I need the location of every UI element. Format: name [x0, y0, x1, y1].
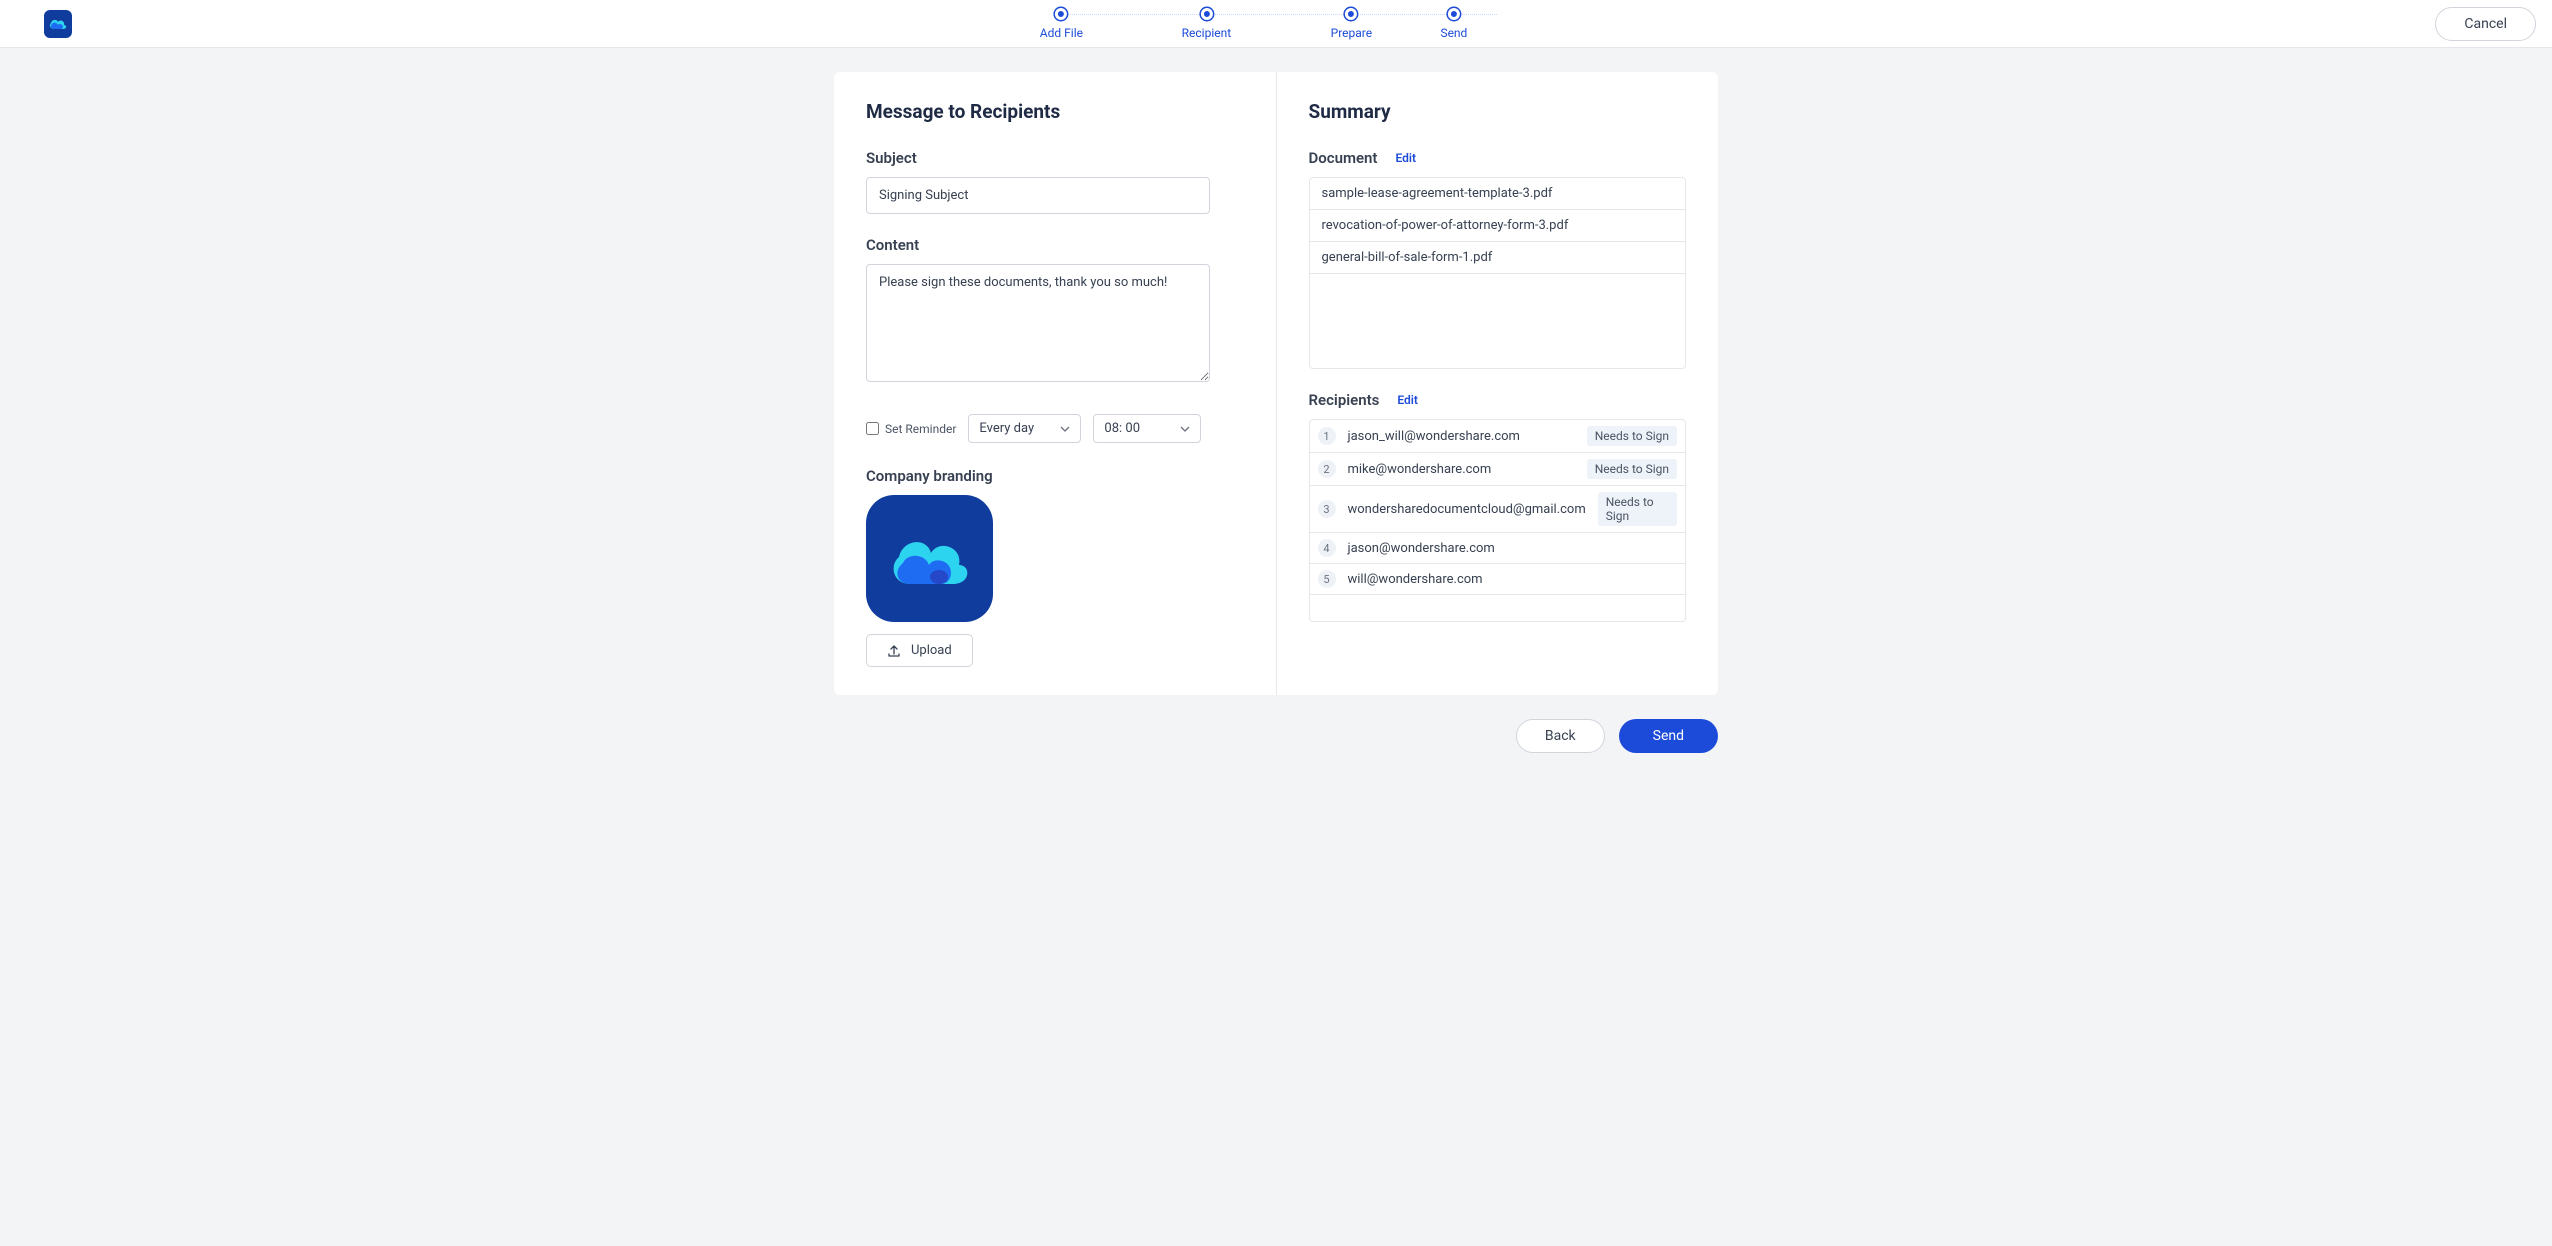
recipient-email: mike@wondershare.com [1348, 462, 1575, 477]
needs-sign-badge: Needs to Sign [1587, 426, 1677, 446]
progress-stepper: Add File Recipient Prepare Send [989, 8, 1484, 40]
step-label: Send [1440, 26, 1467, 40]
document-section-label: Document [1309, 149, 1378, 167]
panel-title: Summary [1309, 100, 1687, 123]
upload-label: Upload [911, 643, 952, 658]
footer-actions: Back Send [834, 719, 1718, 753]
recipients-edit-link[interactable]: Edit [1397, 393, 1418, 407]
set-reminder-checkbox-label[interactable]: Set Reminder [866, 422, 956, 436]
recipients-list: 1 jason_will@wondershare.com Needs to Si… [1309, 419, 1687, 622]
subject-label: Subject [866, 149, 1244, 167]
recipient-number: 3 [1318, 500, 1336, 518]
document-edit-link[interactable]: Edit [1395, 151, 1416, 165]
recipient-row: 3 wondersharedocumentcloud@gmail.com Nee… [1310, 486, 1686, 533]
recipient-number: 4 [1318, 539, 1336, 557]
back-button[interactable]: Back [1516, 719, 1605, 753]
content-label: Content [866, 236, 1244, 254]
frequency-dropdown[interactable]: Every day [968, 414, 1081, 443]
recipient-email: jason@wondershare.com [1348, 541, 1678, 556]
documents-list: sample-lease-agreement-template-3.pdf re… [1309, 177, 1687, 369]
top-header: Add File Recipient Prepare Send Cancel [0, 0, 2552, 48]
upload-button[interactable]: Upload [866, 634, 973, 667]
step-dot-send [1448, 8, 1460, 20]
recipient-number: 2 [1318, 460, 1336, 478]
send-button[interactable]: Send [1619, 719, 1718, 753]
recipient-row-empty [1310, 595, 1686, 621]
step-label: Recipient [1182, 26, 1232, 40]
recipients-section-label: Recipients [1309, 391, 1380, 409]
set-reminder-checkbox[interactable] [866, 422, 879, 435]
content-textarea[interactable] [866, 264, 1210, 382]
document-row: revocation-of-power-of-attorney-form-3.p… [1310, 210, 1686, 242]
recipient-number: 5 [1318, 570, 1336, 588]
chevron-down-icon [1060, 426, 1070, 432]
frequency-value: Every day [979, 421, 1034, 436]
time-value: 08: 00 [1104, 421, 1140, 436]
step-dot-add-file [1055, 8, 1067, 20]
recipient-email: will@wondershare.com [1348, 572, 1678, 587]
upload-icon [887, 644, 901, 658]
app-logo [44, 10, 72, 38]
needs-sign-badge: Needs to Sign [1598, 492, 1677, 526]
cancel-button[interactable]: Cancel [2435, 7, 2536, 41]
time-dropdown[interactable]: 08: 00 [1093, 414, 1201, 443]
document-row: sample-lease-agreement-template-3.pdf [1310, 178, 1686, 210]
summary-panel: Summary Document Edit sample-lease-agree… [1277, 72, 1719, 695]
recipient-row: 5 will@wondershare.com [1310, 564, 1686, 595]
subject-input[interactable] [866, 177, 1210, 214]
message-panel: Message to Recipients Subject Content Se… [834, 72, 1277, 695]
recipient-number: 1 [1318, 427, 1336, 445]
chevron-down-icon [1180, 426, 1190, 432]
step-dot-recipient [1200, 8, 1212, 20]
reminder-text: Set Reminder [885, 422, 956, 436]
recipient-email: wondersharedocumentcloud@gmail.com [1348, 502, 1586, 517]
step-label: Prepare [1331, 26, 1372, 40]
step-label: Add File [1040, 26, 1083, 40]
document-row: general-bill-of-sale-form-1.pdf [1310, 242, 1686, 274]
needs-sign-badge: Needs to Sign [1587, 459, 1677, 479]
branding-label: Company branding [866, 467, 1244, 485]
reminder-row: Set Reminder Every day 08: 00 [866, 414, 1244, 443]
recipient-row: 1 jason_will@wondershare.com Needs to Si… [1310, 420, 1686, 453]
recipient-row: 2 mike@wondershare.com Needs to Sign [1310, 453, 1686, 486]
recipient-email: jason_will@wondershare.com [1348, 429, 1575, 444]
step-dot-prepare [1345, 8, 1357, 20]
recipient-row: 4 jason@wondershare.com [1310, 533, 1686, 564]
main-card: Message to Recipients Subject Content Se… [834, 72, 1718, 695]
branding-logo-preview [866, 495, 993, 622]
panel-title: Message to Recipients [866, 100, 1244, 123]
